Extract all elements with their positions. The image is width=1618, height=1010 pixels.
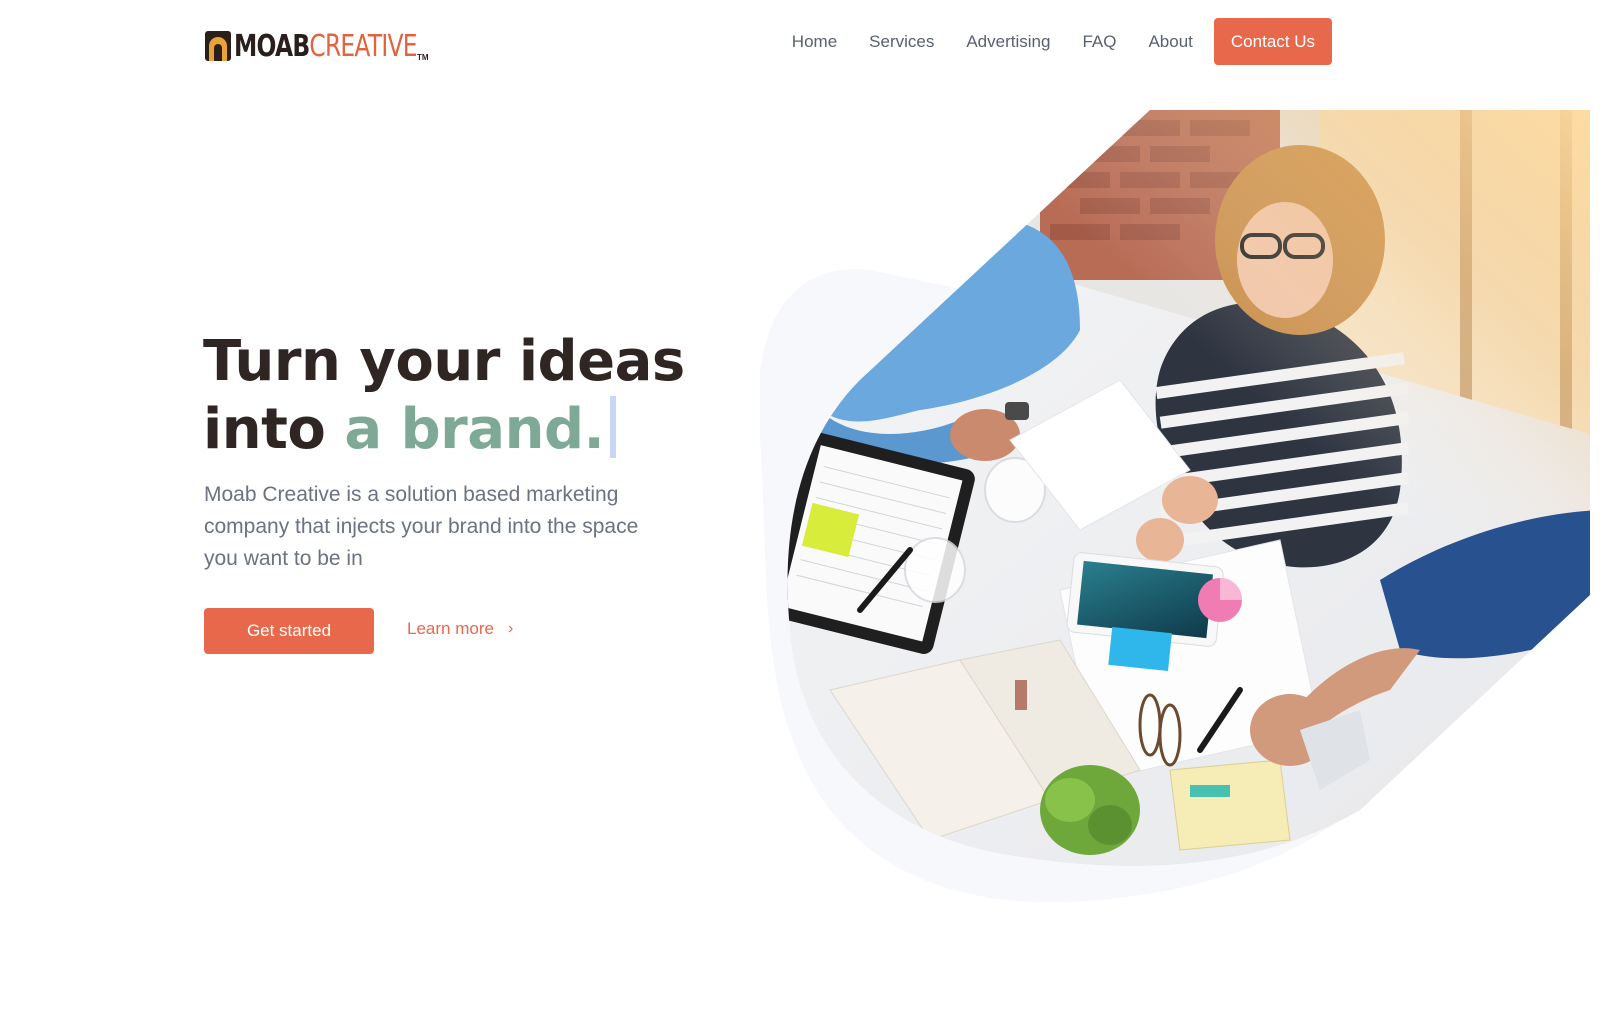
hero-headline: Turn your ideas into a brand.	[203, 328, 685, 464]
learn-more-label: Learn more	[407, 619, 494, 638]
contact-us-button[interactable]: Contact Us	[1213, 18, 1332, 65]
landing-page: MOABCREATIVE TM Home Services Advertisin…	[0, 0, 1618, 1010]
meeting-photo-illustration	[758, 110, 1590, 903]
headline-line-2-prefix: into	[203, 397, 345, 462]
logo-mark-icon	[205, 31, 231, 61]
brand-logo[interactable]: MOABCREATIVE TM	[205, 22, 468, 64]
main-nav: Home Services Advertising FAQ About Cont…	[792, 18, 1332, 65]
hero-description: Moab Creative is a solution based market…	[204, 483, 639, 570]
headline-accent: a brand.	[344, 397, 625, 462]
nav-home[interactable]: Home	[792, 32, 837, 52]
nav-advertising[interactable]: Advertising	[966, 32, 1050, 52]
hero-image	[758, 110, 1610, 970]
nav-faq[interactable]: FAQ	[1082, 32, 1116, 52]
logo-wordmark: MOABCREATIVE	[234, 29, 417, 64]
trademark-mark: TM	[417, 53, 429, 62]
nav-about[interactable]: About	[1148, 32, 1192, 52]
learn-more-link[interactable]: Learn more ›	[407, 619, 513, 639]
typing-cursor	[610, 396, 617, 458]
nav-services[interactable]: Services	[869, 32, 934, 52]
headline-line-1: Turn your ideas	[203, 329, 685, 394]
get-started-button[interactable]: Get started	[204, 608, 374, 654]
chevron-right-icon: ›	[507, 620, 514, 637]
